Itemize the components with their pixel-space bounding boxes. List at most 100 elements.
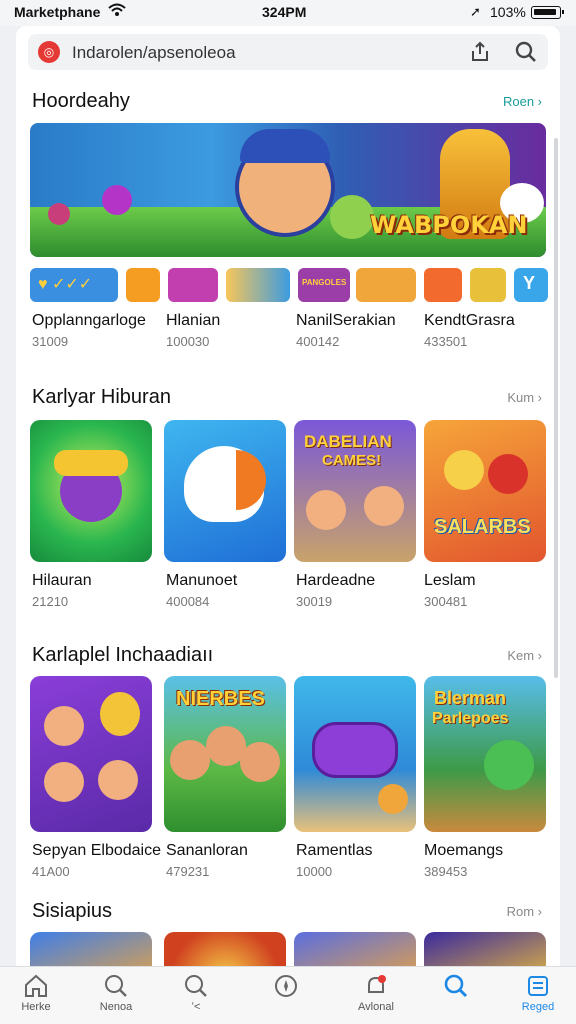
item-count: 479231 bbox=[166, 864, 210, 879]
app-tile[interactable] bbox=[30, 676, 152, 832]
carrier-name: Marketphane bbox=[14, 4, 101, 20]
item-count: 41A00 bbox=[32, 864, 70, 879]
buddy-character bbox=[330, 195, 374, 239]
share-icon[interactable] bbox=[468, 40, 492, 64]
item-count: 389453 bbox=[424, 864, 468, 879]
item-count: 30019 bbox=[296, 594, 333, 609]
search-icon bbox=[444, 974, 468, 998]
section-more-link[interactable]: Kem › bbox=[507, 648, 542, 663]
tile-character bbox=[484, 740, 534, 790]
location-icon: ➚ bbox=[470, 4, 481, 19]
item-title[interactable]: Hlanian bbox=[166, 312, 220, 330]
section-more-link[interactable]: Roen › bbox=[503, 94, 542, 109]
item-title[interactable]: Sepyan Elbodaice bbox=[32, 842, 161, 860]
section-title: Hoordeahy bbox=[32, 90, 130, 112]
controller-icon bbox=[54, 450, 128, 476]
item-count: 400142 bbox=[296, 334, 340, 349]
nav-search-alt[interactable]: ʻ< bbox=[166, 973, 226, 1013]
gem-decoration bbox=[102, 185, 132, 215]
tile-character bbox=[170, 740, 210, 780]
search-icon bbox=[105, 975, 127, 997]
status-bar: Marketphane 324PM ➚ 103% bbox=[0, 0, 576, 26]
app-tile[interactable] bbox=[164, 932, 286, 966]
item-title[interactable]: NanilSerakian bbox=[296, 312, 396, 330]
app-tile[interactable] bbox=[30, 420, 152, 562]
item-count: 400084 bbox=[166, 594, 210, 609]
app-tile[interactable] bbox=[424, 932, 546, 966]
nav-notifications[interactable]: Avlonal bbox=[346, 973, 406, 1013]
banner-logo: WABPOKAN bbox=[370, 211, 528, 239]
apps-icon bbox=[528, 976, 548, 996]
clock: 324PM bbox=[262, 4, 307, 20]
app-tile[interactable] bbox=[294, 932, 416, 966]
tile-character bbox=[44, 706, 84, 746]
search-bar[interactable]: ◎ Indarolen/apsenoleoa bbox=[28, 34, 548, 70]
nav-search-active[interactable] bbox=[426, 973, 486, 1001]
item-count: 433501 bbox=[424, 334, 468, 349]
category-chip[interactable] bbox=[168, 268, 218, 302]
battery-percent: 103% bbox=[490, 4, 526, 20]
app-tile[interactable]: NIERBES bbox=[164, 676, 286, 832]
store-content[interactable]: Hoordeahy Roen › WABPOKAN ♥ ✓✓✓ PANGOLES… bbox=[16, 78, 560, 966]
app-tile[interactable] bbox=[294, 676, 416, 832]
gamepad-icon bbox=[312, 722, 398, 778]
category-chip[interactable]: Y bbox=[514, 268, 548, 302]
section-more-link[interactable]: Rom › bbox=[507, 904, 542, 919]
category-chip[interactable]: ♥ ✓✓✓ bbox=[30, 268, 118, 302]
item-title[interactable]: KendtGrasra bbox=[424, 312, 515, 330]
item-count: 31009 bbox=[32, 334, 69, 349]
category-chip[interactable] bbox=[226, 268, 290, 302]
section-title: Sisiapius bbox=[32, 900, 113, 922]
item-title[interactable]: Manunoet bbox=[166, 572, 237, 590]
nav-home[interactable]: Herke bbox=[6, 973, 66, 1013]
featured-banner[interactable]: WABPOKAN bbox=[30, 123, 546, 257]
compass-icon bbox=[275, 975, 297, 997]
tile-character bbox=[444, 450, 484, 490]
section-more-link[interactable]: Kum › bbox=[507, 390, 542, 405]
category-chip[interactable] bbox=[424, 268, 462, 302]
section-title: Karlyar Hiburan bbox=[32, 386, 171, 408]
app-header: ◎ Indarolen/apsenoleoa bbox=[16, 26, 560, 78]
app-tile[interactable]: DABELIAN CAMES! bbox=[294, 420, 416, 562]
search-icon bbox=[185, 975, 207, 997]
item-title[interactable]: Sananloran bbox=[166, 842, 248, 860]
app-tile[interactable] bbox=[164, 420, 286, 562]
item-count: 10000 bbox=[296, 864, 333, 879]
nav-explore[interactable] bbox=[256, 973, 316, 1001]
tile-character bbox=[240, 742, 280, 782]
app-tile[interactable]: SALARBS bbox=[424, 420, 546, 562]
item-title[interactable]: Hilauran bbox=[32, 572, 92, 590]
tile-character bbox=[488, 454, 528, 494]
bottom-nav: Herke Nenoa ʻ< Avlonal Reged bbox=[0, 966, 576, 1024]
hero-hat bbox=[240, 129, 330, 163]
item-title[interactable]: Moemangs bbox=[424, 842, 503, 860]
category-chip[interactable] bbox=[126, 268, 160, 302]
item-count: 21210 bbox=[32, 594, 69, 609]
item-count: 300481 bbox=[424, 594, 468, 609]
tile-character bbox=[306, 490, 346, 530]
category-chip[interactable]: PANGOLES bbox=[298, 268, 350, 302]
item-title[interactable]: Leslam bbox=[424, 572, 476, 590]
app-logo-icon: ◎ bbox=[38, 41, 60, 63]
item-title[interactable]: Opplanngarloge bbox=[32, 312, 146, 330]
category-chip[interactable] bbox=[470, 268, 506, 302]
search-input[interactable]: Indarolen/apsenoleoa bbox=[72, 43, 236, 63]
item-title[interactable]: Hardeadne bbox=[296, 572, 375, 590]
nav-apps[interactable]: Reged bbox=[508, 973, 568, 1013]
gem-decoration bbox=[48, 203, 70, 225]
wifi-icon bbox=[108, 2, 126, 21]
item-title[interactable]: Ramentlas bbox=[296, 842, 372, 860]
scrollbar[interactable] bbox=[554, 138, 558, 678]
battery-icon bbox=[531, 6, 564, 19]
home-icon bbox=[25, 974, 47, 997]
tile-character bbox=[378, 784, 408, 814]
search-icon[interactable] bbox=[514, 40, 538, 64]
nav-search[interactable]: Nenoa bbox=[86, 973, 146, 1013]
app-tile[interactable] bbox=[30, 932, 152, 966]
tile-character bbox=[364, 486, 404, 526]
section-title: Karlaplel Inchaadiaıı bbox=[32, 644, 214, 666]
category-chip[interactable] bbox=[356, 268, 416, 302]
category-chip-strip: ♥ ✓✓✓ PANGOLES Y bbox=[30, 268, 550, 302]
tile-character bbox=[44, 762, 84, 802]
app-tile[interactable]: Blerman Parlepoes bbox=[424, 676, 546, 832]
